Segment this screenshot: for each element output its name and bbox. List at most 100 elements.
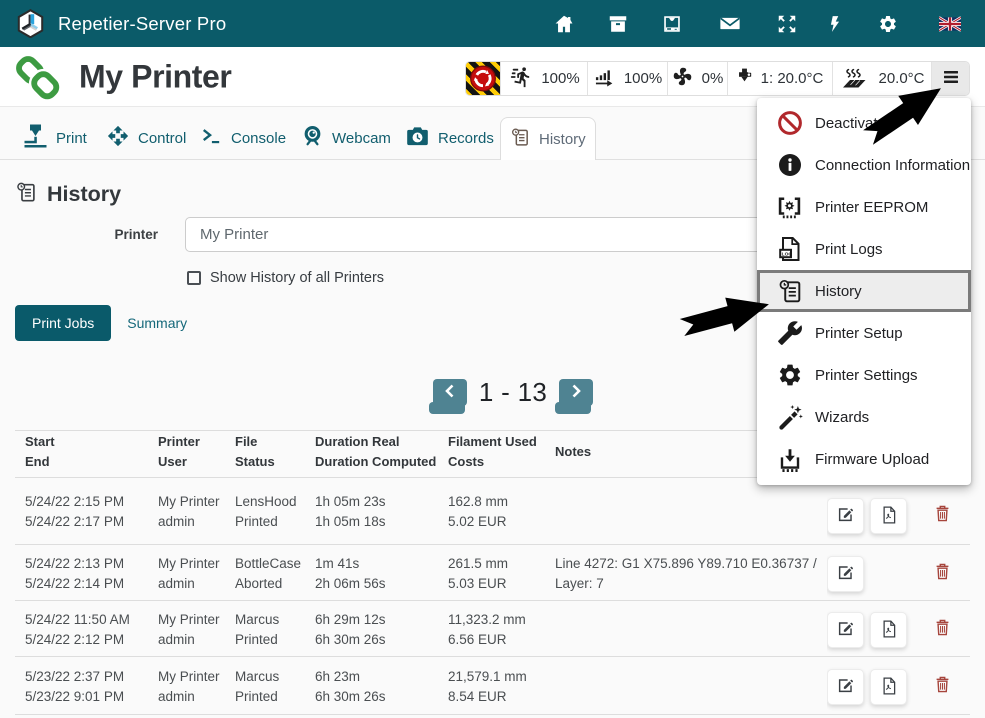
tab-label: Records [438, 130, 494, 147]
flow-value: 100% [624, 70, 662, 87]
emergency-stop-button[interactable] [466, 62, 500, 95]
tab-label: History [539, 131, 586, 148]
chevron-left-icon [444, 384, 456, 401]
menu-item-print-logs[interactable]: LOGPrint Logs [757, 228, 971, 270]
fullscreen-icon[interactable] [776, 13, 798, 35]
history-heading-icon [15, 181, 37, 208]
printer-icon[interactable] [661, 13, 683, 35]
menu-item-printer-settings[interactable]: Printer Settings [757, 354, 971, 396]
show-all-printers-label: Show History of all Printers [210, 270, 384, 286]
print-jobs-tab-button[interactable]: Print Jobs [15, 305, 111, 341]
speed-multiplier-chip[interactable]: 100% [500, 62, 587, 95]
edit-notes-button[interactable] [827, 669, 864, 705]
printer-settings-icon [776, 362, 803, 389]
menu-item-printer-setup[interactable]: Printer Setup [757, 312, 971, 354]
column-header-filament-costs: Filament UsedCosts [438, 431, 545, 478]
trash-icon [935, 624, 950, 639]
job-duration-real: 1h 05m 23s [315, 494, 386, 509]
page-range: 1 - 13 [467, 377, 559, 408]
job-notes: Line 4272: G1 X75.896 Y89.710 E0.36737 / [555, 556, 817, 571]
edit-notes-button[interactable] [827, 498, 864, 534]
connection-info-icon [776, 152, 803, 179]
job-duration-computed: 2h 06m 56s [315, 576, 386, 591]
menu-item-label: History [815, 283, 862, 300]
menu-item-label: Firmware Upload [815, 451, 929, 468]
job-user: admin [158, 576, 195, 591]
job-printer: My Printer [158, 556, 220, 571]
print-logs-icon: LOG [776, 236, 803, 263]
pdf-report-button[interactable] [870, 669, 907, 705]
print-job-row: 5/24/22 11:50 AM5/24/22 2:12 PMMy Printe… [15, 601, 970, 657]
menu-item-firmware-upload[interactable]: Firmware Upload [757, 438, 971, 480]
extruder-temp-chip[interactable]: 1: 20.0°C [727, 62, 832, 95]
job-costs: 5.03 EUR [448, 576, 507, 591]
print-job-row: 5/23/22 2:37 PM5/23/22 9:01 PMMy Printer… [15, 657, 970, 715]
job-start: 5/24/22 2:15 PM [25, 494, 124, 509]
printer-connected-link-icon [14, 56, 62, 100]
file-pdf-icon [881, 506, 897, 527]
tab-webcam[interactable]: Webcam [302, 117, 391, 159]
tab-records[interactable]: Records [406, 117, 494, 159]
job-end: 5/23/22 9:01 PM [25, 689, 124, 704]
job-end: 5/24/22 2:17 PM [25, 514, 124, 529]
job-duration-real: 6h 23m [315, 669, 360, 684]
history-icon [776, 278, 803, 305]
pdf-report-button[interactable] [870, 498, 907, 534]
delete-job-button[interactable] [935, 563, 950, 583]
job-end: 5/24/22 2:12 PM [25, 632, 124, 647]
flow-multiplier-chip[interactable]: 100% [587, 62, 667, 95]
printer-setup-icon [776, 320, 803, 347]
menu-item-deactivate[interactable]: Deactivate [757, 102, 971, 144]
delete-job-button[interactable] [935, 505, 950, 525]
repetier-logo [16, 9, 45, 38]
file-pdf-icon [881, 677, 897, 698]
tab-label: Control [138, 130, 186, 147]
menu-item-connection-information[interactable]: Connection Information [757, 144, 971, 186]
edit-icon [837, 620, 854, 640]
delete-job-button[interactable] [935, 676, 950, 696]
language-en-icon[interactable] [939, 13, 961, 35]
menu-item-label: Deactivate [815, 115, 886, 132]
tab-console[interactable]: Console [200, 117, 286, 159]
job-start: 5/24/22 11:50 AM [25, 612, 130, 627]
control-tab-icon [107, 125, 129, 151]
global-settings-icon[interactable] [877, 13, 899, 35]
menu-item-history[interactable]: History [757, 270, 971, 312]
quick-commands-icon[interactable] [824, 13, 846, 35]
job-printer: My Printer [158, 494, 220, 509]
printer-status-bar: 100% 100% 0% 1: 20.0°C 20.0°C [465, 61, 970, 96]
file-pdf-icon [881, 620, 897, 641]
tab-print[interactable]: Print [24, 117, 87, 159]
svg-text:LOG: LOG [782, 251, 793, 257]
home-icon[interactable] [553, 13, 575, 35]
records-tab-icon [406, 126, 429, 151]
menu-item-wizards[interactable]: Wizards [757, 396, 971, 438]
printer-menu-button[interactable] [931, 62, 969, 95]
prev-page-button[interactable] [433, 379, 467, 406]
edit-notes-button[interactable] [827, 556, 864, 592]
trash-icon [935, 568, 950, 583]
job-status: Aborted [235, 576, 282, 591]
edit-notes-button[interactable] [827, 612, 864, 648]
show-all-printers-checkbox[interactable] [187, 271, 201, 285]
delete-job-button[interactable] [935, 619, 950, 639]
edit-icon [837, 564, 854, 584]
pdf-report-button[interactable] [870, 612, 907, 648]
speed-icon [508, 66, 532, 92]
extruder-icon [737, 68, 752, 89]
print-job-row: 5/24/22 2:15 PM 5/24/22 2:17 PM My Printer… [15, 478, 970, 545]
job-filament: 11,323.2 mm [448, 612, 526, 627]
next-page-button[interactable] [559, 379, 593, 406]
tab-label: Webcam [332, 130, 391, 147]
bed-value: 20.0°C [878, 70, 924, 87]
storage-icon[interactable] [607, 13, 629, 35]
tab-history[interactable]: History [500, 117, 596, 160]
tab-control[interactable]: Control [107, 117, 186, 159]
job-costs: 8.54 EUR [448, 689, 507, 704]
page-title: History [47, 182, 121, 207]
menu-item-printer-eeprom[interactable]: Printer EEPROM [757, 186, 971, 228]
fan-speed-chip[interactable]: 0% [667, 62, 727, 95]
messages-icon[interactable] [719, 13, 741, 35]
summary-tab-button[interactable]: Summary [127, 315, 187, 331]
bed-temp-chip[interactable]: 20.0°C [832, 62, 931, 95]
